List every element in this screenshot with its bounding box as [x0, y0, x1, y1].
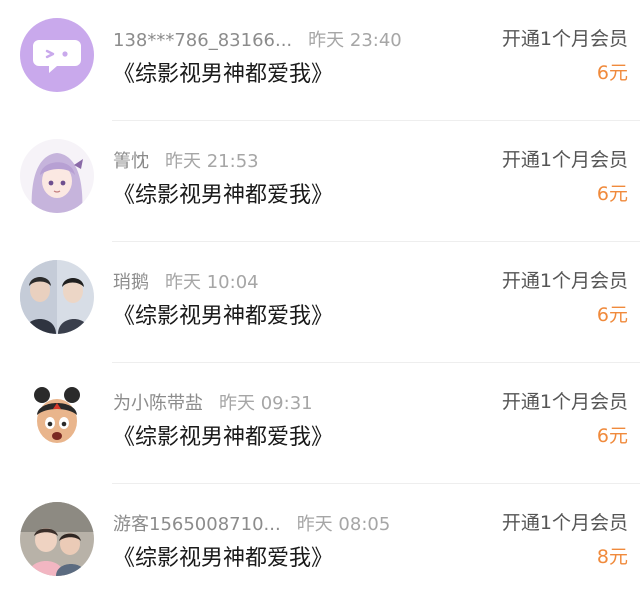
list-item[interactable]: 为小陈带盐 昨天 09:31 《综影视男神都爱我》 开通1个月会员 6元: [0, 363, 640, 484]
purchase-record-list: 138***786_83166... 昨天 23:40 《综影视男神都爱我》 开通…: [0, 0, 640, 608]
record-meta: 琑鹅 昨天 10:04: [113, 268, 259, 294]
kids-photo-avatar-icon[interactable]: [20, 502, 94, 576]
user-name: 138***786_83166...: [113, 30, 293, 51]
couple-photo-avatar-icon[interactable]: [20, 260, 94, 334]
book-title: 《综影视男神都爱我》: [113, 546, 334, 571]
purchase-description: 开通1个月会员: [501, 149, 628, 171]
list-item[interactable]: 138***786_83166... 昨天 23:40 《综影视男神都爱我》 开通…: [0, 0, 640, 121]
purchase-description: 开通1个月会员: [501, 28, 628, 50]
record-meta: 箐忱 昨天 21:53: [113, 147, 259, 173]
purchase-description: 开通1个月会员: [501, 391, 628, 413]
record-meta: 为小陈带盐 昨天 09:31: [113, 389, 313, 415]
purchase-amount: 6元: [596, 304, 628, 326]
book-title: 《综影视男神都爱我》: [113, 425, 334, 450]
purchase-amount: 6元: [596, 62, 628, 84]
record-meta: 138***786_83166... 昨天 23:40: [113, 26, 402, 52]
default-chat-avatar-icon[interactable]: [20, 18, 94, 92]
purchase-description: 开通1个月会员: [501, 270, 628, 292]
cartoon-boy-avatar-icon[interactable]: [20, 381, 94, 455]
purchase-amount: 6元: [596, 183, 628, 205]
user-name: 游客1565008710...: [113, 514, 281, 535]
book-title: 《综影视男神都爱我》: [113, 62, 334, 87]
book-title: 《综影视男神都爱我》: [113, 304, 334, 329]
list-item[interactable]: 琑鹅 昨天 10:04 《综影视男神都爱我》 开通1个月会员 6元: [0, 242, 640, 363]
purchase-amount: 8元: [596, 546, 628, 568]
record-meta: 游客1565008710... 昨天 08:05: [113, 510, 390, 536]
record-time: 昨天 23:40: [308, 30, 402, 51]
book-title: 《综影视男神都爱我》: [113, 183, 334, 208]
user-name: 琑鹅: [113, 272, 149, 293]
anime-girl-avatar-icon[interactable]: [20, 139, 94, 213]
user-name: 为小陈带盐: [113, 393, 203, 414]
record-time: 昨天 09:31: [219, 393, 313, 414]
list-item[interactable]: 游客1565008710... 昨天 08:05 《综影视男神都爱我》 开通1个月…: [0, 484, 640, 605]
record-time: 昨天 21:53: [165, 151, 259, 172]
record-time: 昨天 08:05: [296, 514, 391, 535]
purchase-amount: 6元: [596, 425, 628, 447]
user-name: 箐忱: [113, 151, 149, 172]
record-time: 昨天 10:04: [165, 272, 259, 293]
purchase-description: 开通1个月会员: [501, 512, 628, 534]
list-item[interactable]: 箐忱 昨天 21:53 《综影视男神都爱我》 开通1个月会员 6元: [0, 121, 640, 242]
